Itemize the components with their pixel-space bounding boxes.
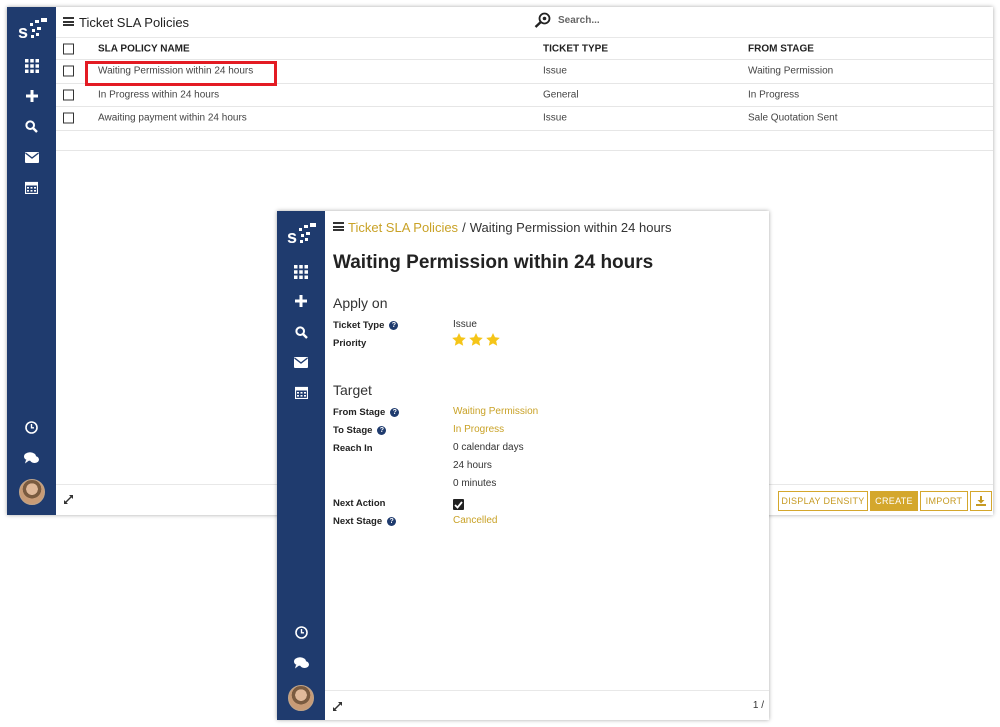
next-stage-label: Next Stage ? bbox=[333, 516, 397, 527]
row-checkbox[interactable] bbox=[63, 89, 74, 101]
row-checkbox[interactable] bbox=[63, 112, 74, 124]
sidebar: s bbox=[277, 211, 325, 720]
star-icon[interactable] bbox=[469, 333, 483, 346]
star-icon[interactable] bbox=[452, 333, 466, 346]
help-icon[interactable]: ? bbox=[389, 321, 399, 330]
from-stage-label-text: From Stage bbox=[333, 407, 386, 418]
download-icon bbox=[976, 496, 986, 506]
next-stage-label-text: Next Stage bbox=[333, 516, 383, 527]
svg-text:s: s bbox=[18, 22, 28, 42]
reach-in-label: Reach In bbox=[333, 443, 373, 454]
apps-grid-icon[interactable] bbox=[7, 59, 56, 73]
download-button[interactable] bbox=[970, 491, 992, 511]
chat-icon[interactable] bbox=[277, 657, 325, 669]
search-box[interactable]: Search... bbox=[534, 12, 600, 28]
calendar-icon[interactable] bbox=[277, 386, 325, 399]
menu-icon[interactable] bbox=[63, 17, 74, 26]
plus-icon[interactable] bbox=[7, 90, 56, 102]
ticket-type: General bbox=[543, 89, 579, 101]
expand-icon[interactable] bbox=[332, 701, 343, 712]
form-window: s Ticket SLA Policies / Waiting Permissi… bbox=[277, 211, 769, 720]
table-row[interactable]: In Progress within 24 hours General In P… bbox=[56, 84, 993, 107]
help-icon[interactable]: ? bbox=[377, 426, 387, 435]
avatar[interactable] bbox=[18, 479, 45, 505]
table-empty-row bbox=[56, 131, 993, 151]
from-stage-value[interactable]: Waiting Permission bbox=[453, 406, 538, 417]
table-header: SLA POLICY NAME TICKET TYPE FROM STAGE bbox=[56, 38, 993, 60]
next-action-label: Next Action bbox=[333, 498, 386, 509]
highlight-box bbox=[85, 61, 277, 86]
ticket-type-value[interactable]: Issue bbox=[453, 319, 477, 330]
clock-icon[interactable] bbox=[277, 626, 325, 639]
ticket-type: Issue bbox=[543, 112, 567, 124]
ticket-type-label: Ticket Type ? bbox=[333, 320, 399, 331]
search-icon[interactable] bbox=[7, 120, 56, 133]
column-header-ticket-type[interactable]: TICKET TYPE bbox=[543, 43, 608, 54]
section-apply-on: Apply on bbox=[333, 295, 388, 311]
topbar: Ticket SLA Policies Search... bbox=[56, 7, 993, 38]
breadcrumb-parent-link[interactable]: Ticket SLA Policies bbox=[348, 220, 458, 235]
form-footer: 1 / bbox=[325, 690, 769, 720]
column-header-from-stage[interactable]: FROM STAGE bbox=[748, 43, 814, 54]
reach-days-value[interactable]: 0 calendar days bbox=[453, 442, 524, 453]
plus-icon[interactable] bbox=[277, 295, 325, 307]
menu-icon[interactable] bbox=[333, 222, 344, 231]
to-stage-value[interactable]: In Progress bbox=[453, 424, 504, 435]
priority-label: Priority bbox=[333, 338, 367, 349]
ticket-type-label-text: Ticket Type bbox=[333, 320, 385, 331]
star-icon[interactable] bbox=[486, 333, 500, 346]
create-button[interactable]: CREATE bbox=[870, 491, 918, 511]
next-stage-value[interactable]: Cancelled bbox=[453, 515, 497, 526]
chat-icon[interactable] bbox=[7, 452, 56, 464]
expand-icon[interactable] bbox=[63, 494, 74, 505]
reach-hours-value[interactable]: 24 hours bbox=[453, 460, 492, 471]
from-stage: Waiting Permission bbox=[748, 65, 834, 77]
record-title: Waiting Permission within 24 hours bbox=[333, 252, 654, 273]
search-magnifier-icon bbox=[534, 12, 551, 28]
logo-icon: s bbox=[7, 17, 56, 43]
import-button[interactable]: IMPORT bbox=[920, 491, 968, 511]
avatar[interactable] bbox=[288, 685, 314, 711]
breadcrumb-separator: / bbox=[462, 220, 466, 235]
from-stage: Sale Quotation Sent bbox=[748, 112, 838, 124]
from-stage-label: From Stage ? bbox=[333, 407, 400, 418]
page-title: Ticket SLA Policies bbox=[79, 15, 190, 30]
reach-minutes-value[interactable]: 0 minutes bbox=[453, 478, 496, 489]
envelope-icon[interactable] bbox=[277, 357, 325, 368]
row-checkbox[interactable] bbox=[63, 65, 74, 77]
priority-stars[interactable] bbox=[452, 333, 500, 346]
policy-name[interactable]: In Progress within 24 hours bbox=[98, 89, 219, 100]
pager[interactable]: 1 / bbox=[753, 700, 764, 711]
column-header-name[interactable]: SLA POLICY NAME bbox=[98, 43, 190, 54]
svg-text:s: s bbox=[287, 227, 297, 247]
logo-icon: s bbox=[277, 222, 325, 248]
checkmark-icon bbox=[454, 500, 463, 509]
next-action-checkbox[interactable] bbox=[453, 499, 464, 510]
help-icon[interactable]: ? bbox=[387, 517, 397, 526]
ticket-type: Issue bbox=[543, 65, 567, 77]
calendar-icon[interactable] bbox=[7, 181, 56, 194]
clock-icon[interactable] bbox=[7, 421, 56, 434]
help-icon[interactable]: ? bbox=[390, 408, 400, 417]
section-target: Target bbox=[333, 382, 372, 398]
table-row[interactable]: Awaiting payment within 24 hours Issue S… bbox=[56, 107, 993, 131]
to-stage-label: To Stage ? bbox=[333, 425, 387, 436]
search-input[interactable]: Search... bbox=[558, 15, 600, 26]
sidebar: s bbox=[7, 7, 56, 515]
form-main: Ticket SLA Policies / Waiting Permission w… bbox=[325, 211, 769, 720]
apps-grid-icon[interactable] bbox=[277, 265, 325, 279]
to-stage-label-text: To Stage bbox=[333, 425, 373, 436]
breadcrumb-current: Waiting Permission within 24 hours bbox=[469, 220, 672, 235]
search-icon[interactable] bbox=[277, 326, 325, 339]
breadcrumb: Ticket SLA Policies / Waiting Permission w… bbox=[348, 220, 672, 235]
display-density-button[interactable]: DISPLAY DENSITY bbox=[778, 491, 868, 511]
select-all-checkbox[interactable] bbox=[63, 43, 74, 54]
policy-name[interactable]: Awaiting payment within 24 hours bbox=[98, 113, 247, 124]
sla-table: SLA POLICY NAME TICKET TYPE FROM STAGE W… bbox=[56, 38, 993, 151]
envelope-icon[interactable] bbox=[7, 152, 56, 163]
from-stage: In Progress bbox=[748, 89, 800, 101]
